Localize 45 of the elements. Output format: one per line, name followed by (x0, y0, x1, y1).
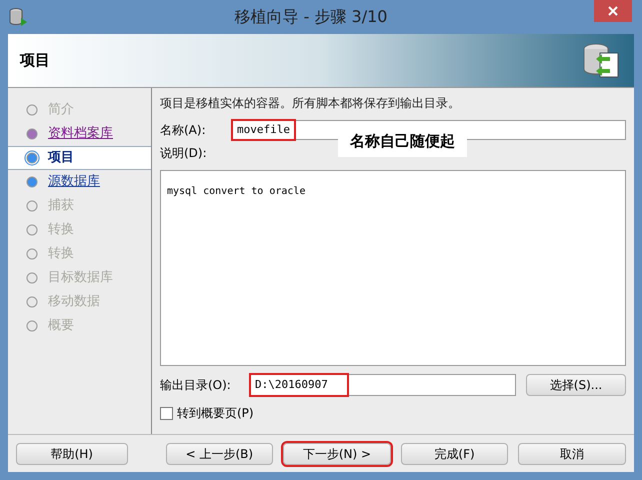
step-label: 转换 (48, 245, 74, 264)
step-label: 资料档案库 (48, 125, 113, 144)
step-node-icon (24, 246, 40, 262)
wizard-button[interactable]: 帮助(H) (16, 442, 128, 464)
step-node-icon (24, 318, 40, 334)
step-label: 源数据库 (48, 173, 100, 192)
step-node-icon (24, 294, 40, 310)
step-node-icon (24, 270, 40, 286)
step-node-icon (24, 102, 40, 118)
window-title: 移植向导 - 步骤 3/10 (234, 6, 388, 28)
step-label: 移动数据 (48, 293, 100, 312)
step-node-icon (24, 126, 40, 142)
step-label: 项目 (48, 149, 74, 168)
output-field[interactable]: D:\20160907 (250, 374, 516, 396)
step-item[interactable]: 源数据库 (8, 170, 151, 194)
step-item[interactable]: 资料档案库 (8, 122, 151, 146)
summary-checkbox[interactable] (160, 406, 173, 420)
step-label: 转换 (48, 221, 74, 240)
intro-text: 项目是移植实体的容器。所有脚本都将保存到输出目录。 (160, 95, 461, 112)
step-node-icon (24, 198, 40, 214)
step-label: 目标数据库 (48, 269, 113, 288)
name-label: 名称(A): (160, 122, 207, 139)
output-label: 输出目录(O): (160, 377, 232, 394)
description-label: 说明(D): (160, 145, 208, 162)
step-item[interactable]: 项目 (8, 146, 151, 170)
description-value: mysql convert to oracle (167, 186, 306, 197)
wizard-button[interactable]: < 上一步(B) (166, 442, 274, 464)
summary-checkbox-label: 转到概要页(P) (177, 405, 254, 422)
choose-button[interactable]: 选择(S)... (526, 374, 626, 396)
name-value: movefile (233, 121, 294, 139)
close-icon (608, 6, 618, 16)
step-label: 简介 (48, 101, 74, 120)
close-button[interactable] (594, 0, 632, 22)
wizard-button[interactable]: 取消 (518, 442, 626, 464)
page-title: 项目 (20, 50, 50, 72)
step-label: 概要 (48, 317, 74, 336)
wizard-button[interactable]: 完成(F) (400, 442, 508, 464)
step-node-icon (24, 150, 40, 166)
step-node-icon (24, 222, 40, 238)
step-label: 捕获 (48, 197, 74, 216)
database-icon (8, 7, 28, 27)
wizard-button[interactable]: 下一步(N) > (283, 442, 391, 464)
output-value: D:\20160907 (251, 375, 347, 395)
description-field[interactable]: mysql convert to oracle (160, 170, 626, 366)
step-node-icon (24, 174, 40, 190)
